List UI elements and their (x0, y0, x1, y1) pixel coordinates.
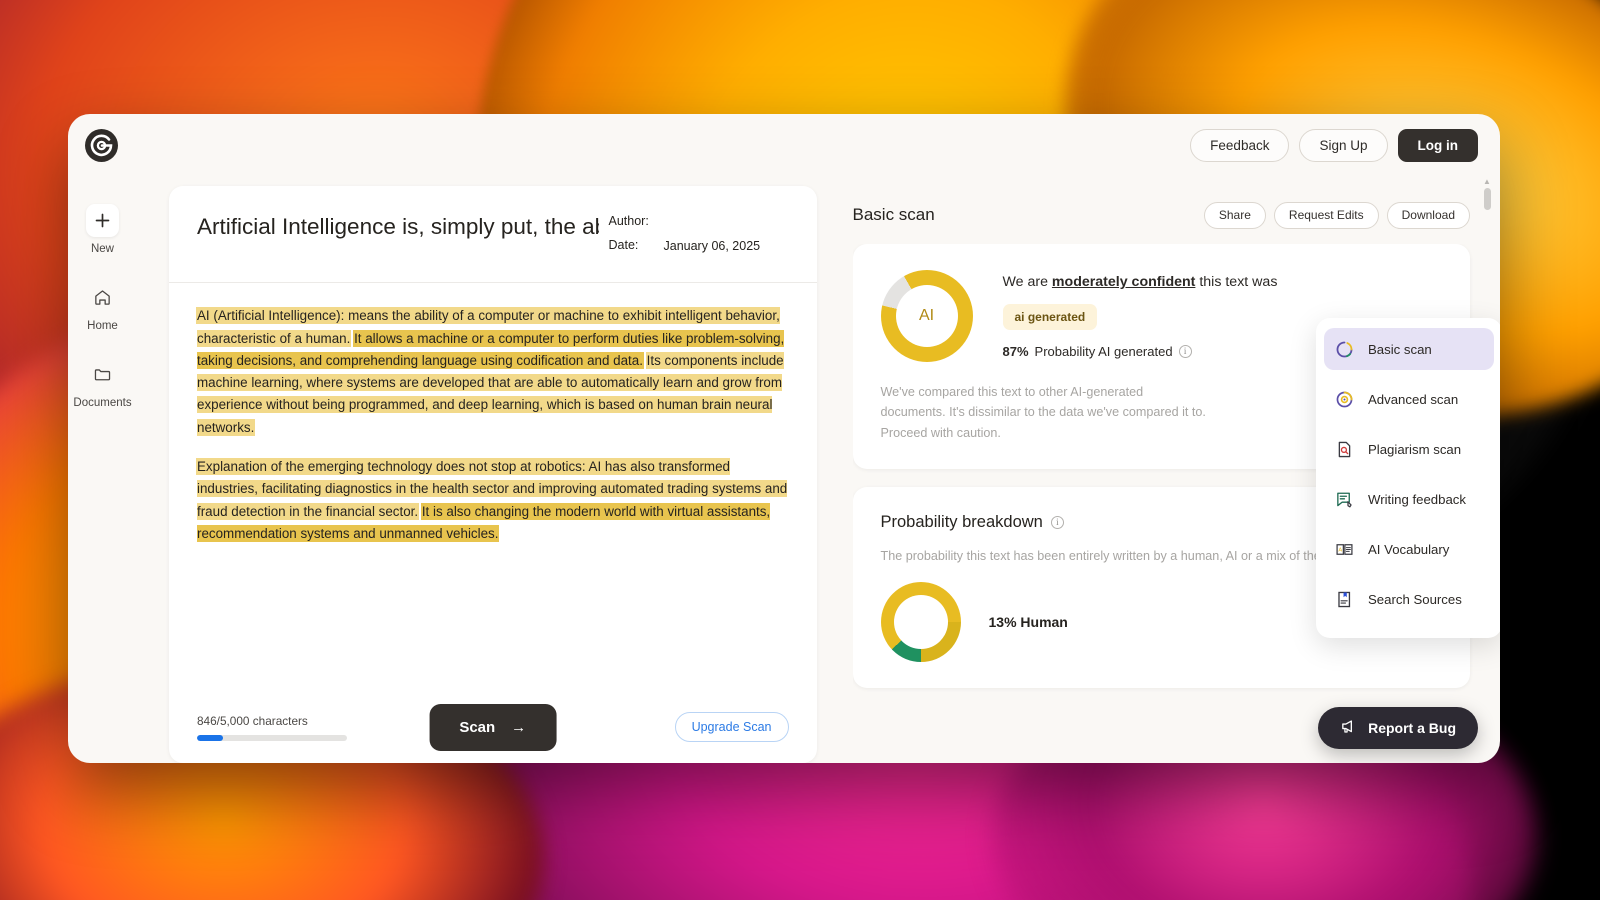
upgrade-scan-button[interactable]: Upgrade Scan (674, 712, 789, 742)
folder-icon (86, 358, 119, 391)
character-counter: 846/5,000 characters (197, 714, 347, 741)
confidence-tail: this text was (1195, 273, 1278, 290)
confidence-lead: We are (1002, 273, 1052, 290)
scan-button[interactable]: Scan → (429, 703, 557, 751)
menu-item-label: Plagiarism scan (1368, 441, 1462, 457)
top-bar: Feedback Sign Up Log in (68, 114, 1500, 176)
date-value[interactable]: January 06, 2025 (664, 238, 761, 254)
scan-button-label: Scan (459, 718, 496, 736)
menu-item-ai-vocabulary[interactable]: A AI Vocabulary (1324, 528, 1494, 570)
character-count-label: 846/5,000 characters (197, 713, 308, 728)
results-header: Basic scan Share Request Edits Download (853, 186, 1501, 244)
request-edits-button[interactable]: Request Edits (1273, 201, 1379, 229)
scan-type-menu: Basic scan Advanced scan Plagiarism scan… (1316, 318, 1500, 638)
date-label: Date: (608, 238, 639, 252)
menu-item-writing-feedback[interactable]: Writing feedback (1324, 478, 1494, 520)
mini-donut-hole (893, 595, 948, 650)
author-label: Author: (608, 214, 649, 228)
probability-line: 87% Probability AI generated i (1003, 344, 1278, 359)
login-button[interactable]: Log in (1397, 128, 1478, 162)
report-bug-button[interactable]: Report a Bug (1318, 707, 1478, 749)
ai-probability-donut-chart: AI (880, 270, 973, 362)
sidebar-item-label: Documents (73, 397, 132, 409)
confidence-emphasis: moderately confident (1051, 273, 1196, 290)
confidence-statement: We are moderately confident this text wa… (1003, 273, 1278, 292)
confidence-text-block: We are moderately confident this text wa… (1002, 273, 1278, 359)
info-icon[interactable]: i (1050, 516, 1064, 530)
sidebar-item-label: New (90, 243, 114, 255)
editor-header: Artificial Intelligence is, simply put, … (169, 186, 817, 284)
menu-item-label: Advanced scan (1368, 391, 1459, 407)
basic-scan-icon (1334, 339, 1354, 359)
scroll-up-arrow-icon[interactable]: ▲ (1482, 176, 1492, 186)
left-sidebar: New Home Documents (68, 176, 137, 763)
breakdown-title-text: Probability breakdown (880, 513, 1043, 532)
download-button[interactable]: Download (1386, 201, 1470, 229)
donut-center-label: AI (895, 285, 958, 347)
breakdown-donut-chart (880, 582, 961, 663)
ai-generated-badge: ai generated (1002, 304, 1098, 331)
megaphone-icon (1340, 718, 1357, 738)
document-paragraph: Explanation of the emerging technology d… (197, 456, 789, 545)
document-meta: Author: Date: January 06, 2025 (609, 212, 789, 264)
comparison-note: We've compared this text to other AI-gen… (880, 385, 1206, 440)
menu-item-plagiarism-scan[interactable]: Plagiarism scan (1324, 428, 1494, 470)
sidebar-item-new[interactable]: New (72, 204, 134, 255)
document-title[interactable]: Artificial Intelligence is, simply put, … (197, 212, 599, 264)
editor-region: Artificial Intelligence is, simply put, … (137, 176, 817, 763)
character-progress-track (197, 734, 347, 741)
sidebar-item-documents[interactable]: Documents (72, 358, 134, 409)
app-window: Feedback Sign Up Log in New Home Documen… (68, 114, 1500, 763)
menu-item-label: Search Sources (1368, 591, 1462, 607)
ai-vocabulary-icon: A (1334, 539, 1354, 559)
editor-footer: 846/5,000 characters Scan → Upgrade Scan (169, 691, 817, 763)
results-actions: Share Request Edits Download (1203, 201, 1470, 229)
plus-icon (86, 204, 119, 237)
sidebar-item-home[interactable]: Home (72, 281, 134, 332)
svg-text:A: A (1338, 547, 1342, 553)
share-button[interactable]: Share (1203, 201, 1266, 229)
arrow-right-icon: → (511, 718, 527, 736)
search-sources-icon (1334, 589, 1354, 609)
plagiarism-scan-icon (1334, 439, 1354, 459)
menu-item-label: Basic scan (1368, 341, 1432, 357)
topbar-actions: Feedback Sign Up Log in (1190, 128, 1478, 162)
gptzero-logo-icon[interactable] (85, 129, 118, 162)
menu-item-basic-scan[interactable]: Basic scan (1324, 328, 1494, 370)
probability-label: Probability AI generated (1034, 344, 1173, 360)
scrollbar-thumb[interactable] (1483, 188, 1491, 210)
document-text-area[interactable]: AI (Artificial Intelligence): means the … (169, 283, 817, 691)
sidebar-item-label: Home (87, 320, 118, 332)
advanced-scan-icon (1334, 389, 1354, 409)
feedback-button[interactable]: Feedback (1190, 128, 1290, 162)
window-body: New Home Documents Artificial Intelligen… (68, 176, 1500, 763)
results-title: Basic scan (852, 205, 935, 224)
document-paragraph: AI (Artificial Intelligence): means the … (197, 305, 789, 439)
home-icon (86, 281, 119, 314)
menu-item-label: AI Vocabulary (1368, 541, 1450, 557)
writing-feedback-icon (1334, 489, 1354, 509)
document-editor: Artificial Intelligence is, simply put, … (169, 186, 817, 763)
menu-item-label: Writing feedback (1368, 491, 1466, 507)
date-row: Date: January 06, 2025 (609, 238, 789, 254)
menu-item-search-sources[interactable]: Search Sources (1324, 578, 1494, 620)
author-row: Author: (609, 214, 789, 228)
menu-item-advanced-scan[interactable]: Advanced scan (1324, 378, 1494, 420)
probability-value: 87% (1002, 344, 1029, 360)
signup-button[interactable]: Sign Up (1299, 128, 1388, 162)
character-progress-fill (197, 734, 223, 741)
info-icon[interactable]: i (1178, 345, 1192, 359)
report-bug-label: Report a Bug (1368, 720, 1456, 736)
human-percentage-label: 13% Human (988, 614, 1068, 631)
